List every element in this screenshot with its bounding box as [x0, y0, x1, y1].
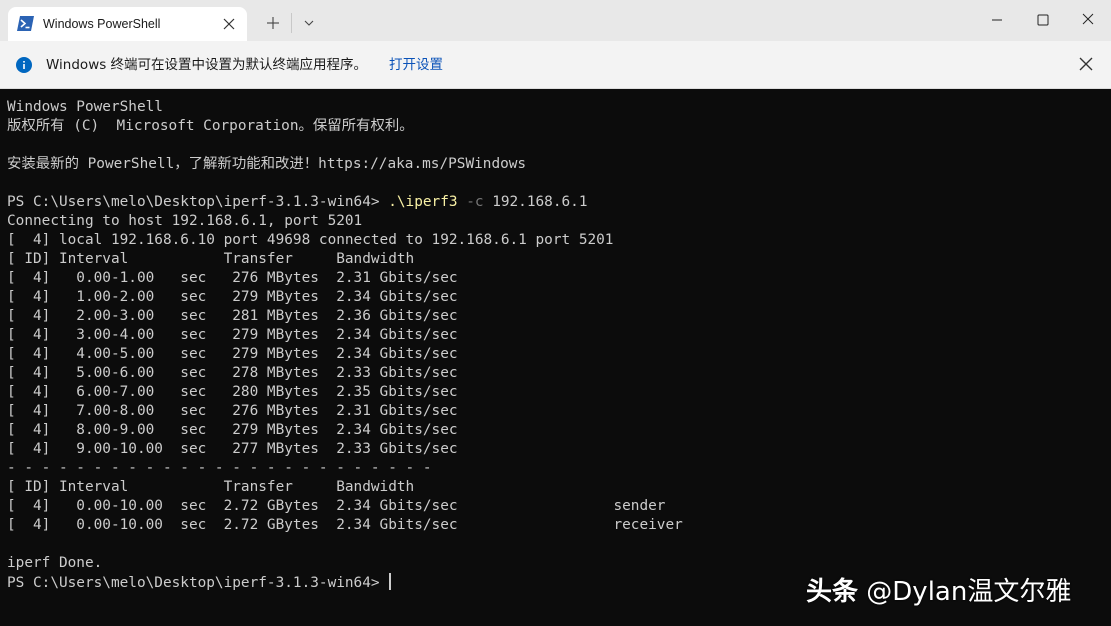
- terminal-header-line: Windows PowerShell: [7, 99, 163, 115]
- terminal-output-line: - - - - - - - - - - - - - - - - - - - - …: [7, 460, 432, 476]
- final-prompt: PS C:\Users\melo\Desktop\iperf-3.1.3-win…: [7, 575, 389, 591]
- powershell-icon: [17, 16, 34, 31]
- default-terminal-infobar: Windows 终端可在设置中设置为默认终端应用程序。 打开设置: [0, 41, 1111, 89]
- minimize-button[interactable]: [974, 0, 1020, 40]
- prompt: PS C:\Users\melo\Desktop\iperf-3.1.3-win…: [7, 194, 389, 210]
- tab-dropdown-button[interactable]: [293, 8, 325, 36]
- terminal-output-line: Connecting to host 192.168.6.1, port 520…: [7, 213, 363, 229]
- terminal-header-line: [7, 174, 683, 193]
- terminal-header-line: 版权所有 (C) Microsoft Corporation。保留所有权利。: [7, 118, 414, 134]
- minimize-icon: [992, 19, 1002, 21]
- terminal-output-line: [ 4] local 192.168.6.10 port 49698 conne…: [7, 232, 614, 248]
- close-icon: [1082, 13, 1094, 25]
- text-cursor: [389, 573, 392, 590]
- maximize-icon: [1037, 14, 1049, 26]
- terminal-pane[interactable]: Windows PowerShell 版权所有 (C) Microsoft Cor…: [0, 90, 1111, 626]
- title-bar: Windows PowerShell: [0, 0, 1111, 41]
- terminal-output-line: [ 4] 2.00-3.00 sec 281 MBytes 2.36 Gbits…: [7, 308, 458, 324]
- watermark: 头条 @Dylan温文尔雅: [806, 575, 1071, 609]
- close-window-button[interactable]: [1065, 0, 1111, 40]
- tab-windows-powershell[interactable]: Windows PowerShell: [8, 7, 247, 41]
- command-line: PS C:\Users\melo\Desktop\iperf-3.1.3-win…: [7, 193, 683, 212]
- terminal-output-line: [ 4] 5.00-6.00 sec 278 MBytes 2.33 Gbits…: [7, 365, 458, 381]
- maximize-button[interactable]: [1020, 0, 1066, 40]
- plus-icon: [267, 17, 279, 29]
- tab-close-icon[interactable]: [221, 16, 237, 32]
- terminal-output-line: [ 4] 3.00-4.00 sec 279 MBytes 2.34 Gbits…: [7, 327, 458, 343]
- command-flag: -c: [466, 194, 484, 210]
- infobar-message: Windows 终端可在设置中设置为默认终端应用程序。: [46, 57, 368, 73]
- terminal-output-line: [ 4] 0.00-10.00 sec 2.72 GBytes 2.34 Gbi…: [7, 517, 683, 533]
- terminal-output-line: [ 4] 0.00-10.00 sec 2.72 GBytes 2.34 Gbi…: [7, 498, 666, 514]
- chevron-down-icon: [304, 20, 314, 26]
- terminal-output-line: [ 4] 8.00-9.00 sec 279 MBytes 2.34 Gbits…: [7, 422, 458, 438]
- terminal-header-line: [7, 136, 683, 155]
- terminal-header-line: 安装最新的 PowerShell，了解新功能和改进！https://aka.ms…: [7, 156, 527, 172]
- terminal-output-line: [ 4] 4.00-5.00 sec 279 MBytes 2.34 Gbits…: [7, 346, 458, 362]
- command-exe: .\iperf3: [388, 194, 458, 210]
- command-arg: 192.168.6.1: [483, 194, 588, 210]
- terminal-output: Windows PowerShell 版权所有 (C) Microsoft Cor…: [7, 98, 683, 592]
- terminal-output-line: [ 4] 9.00-10.00 sec 277 MBytes 2.33 Gbit…: [7, 441, 458, 457]
- final-prompt-line: PS C:\Users\melo\Desktop\iperf-3.1.3-win…: [7, 573, 683, 592]
- terminal-output-line: [ 4] 0.00-1.00 sec 276 MBytes 2.31 Gbits…: [7, 270, 458, 286]
- open-settings-link[interactable]: 打开设置: [389, 56, 443, 74]
- terminal-output-line: [ 4] 1.00-2.00 sec 279 MBytes 2.34 Gbits…: [7, 289, 458, 305]
- terminal-output-line: [ 4] 7.00-8.00 sec 276 MBytes 2.31 Gbits…: [7, 403, 458, 419]
- new-tab-button[interactable]: [257, 8, 289, 36]
- watermark-brand: 头条: [806, 577, 859, 607]
- tab-title: Windows PowerShell: [43, 17, 161, 31]
- terminal-output-line: iperf Done.: [7, 555, 103, 571]
- terminal-output-line: [ ID] Interval Transfer Bandwidth: [7, 251, 415, 267]
- info-icon: [16, 57, 32, 73]
- tab-separator: [291, 13, 292, 33]
- terminal-output-line: [ 4] 6.00-7.00 sec 280 MBytes 2.35 Gbits…: [7, 384, 458, 400]
- terminal-output-line: [ ID] Interval Transfer Bandwidth: [7, 479, 415, 495]
- infobar-close-icon[interactable]: [1076, 54, 1096, 74]
- watermark-handle: @Dylan温文尔雅: [858, 577, 1072, 607]
